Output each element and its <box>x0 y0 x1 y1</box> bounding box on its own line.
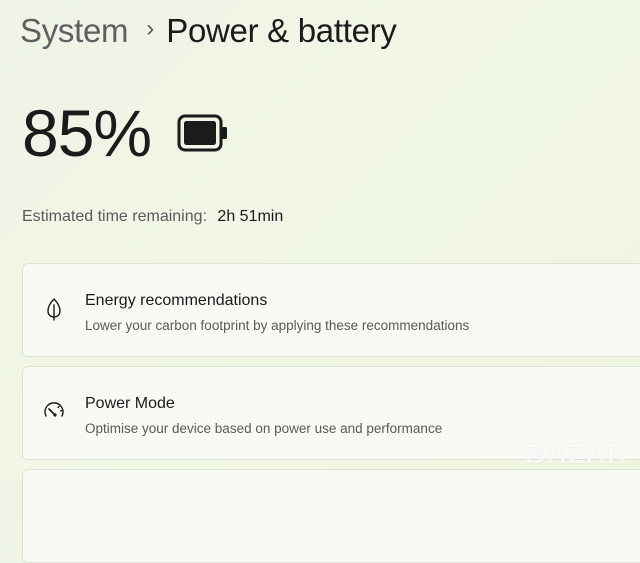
leaf-icon <box>47 298 61 321</box>
battery-icon <box>177 114 228 152</box>
battery-fill <box>184 121 217 145</box>
battery-percent: 85% <box>22 96 152 170</box>
card-subtitle: Lower your carbon footprint by applying … <box>85 318 470 333</box>
breadcrumb-system-link[interactable]: System <box>20 12 129 50</box>
gauge-icon <box>44 402 64 417</box>
page-title: Power & battery <box>166 12 397 49</box>
time-remaining-label: Estimated time remaining: <box>22 208 207 225</box>
card-title: Power Mode <box>85 395 175 412</box>
settings-card-partial[interactable] <box>22 469 640 563</box>
card-subtitle: Optimise your device based on power use … <box>85 421 443 436</box>
battery-status: 85% <box>22 100 229 166</box>
energy-recommendations-card[interactable]: Energy recommendations Lower your carbon… <box>22 263 640 357</box>
card-title: Energy recommendations <box>85 292 268 309</box>
breadcrumb: System › Power & battery <box>20 12 397 50</box>
breadcrumb-separator: › <box>146 15 155 42</box>
watermark-logo: BAZAR <box>525 438 628 469</box>
time-remaining-value: 2h 51min <box>217 208 284 225</box>
estimated-time-remaining: Estimated time remaining: 2h 51min <box>22 208 283 226</box>
